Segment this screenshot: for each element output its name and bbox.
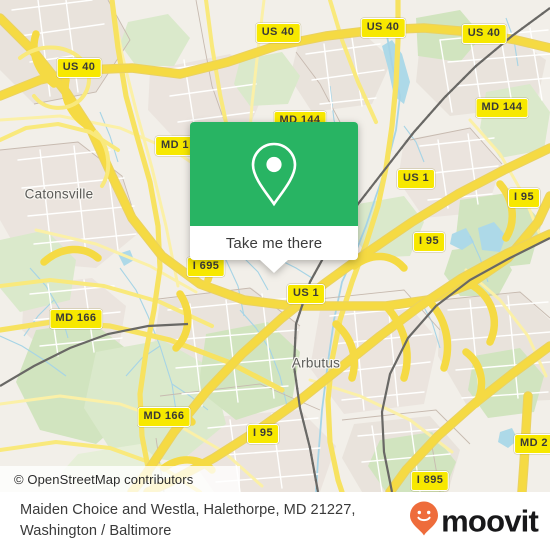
moovit-pin-smiley-icon — [409, 501, 439, 542]
map-attribution: © OpenStreetMap contributors — [0, 466, 240, 492]
moovit-logo[interactable]: moovit — [409, 501, 539, 542]
moovit-map-screenshot: .land { fill:#f2efe9; } .resid { fill:#e… — [0, 0, 550, 550]
attribution-text[interactable]: © OpenStreetMap contributors — [14, 472, 193, 487]
highway-shield-i-95[interactable]: I 95 — [247, 424, 279, 444]
map-canvas[interactable]: .land { fill:#f2efe9; } .resid { fill:#e… — [0, 0, 550, 492]
highway-shield-i-695[interactable]: I 695 — [186, 257, 226, 277]
destination-popup[interactable]: Take me there — [190, 122, 358, 273]
moovit-wordmark: moovit — [441, 503, 539, 539]
location-title-line-2: Washington / Baltimore — [20, 523, 172, 539]
popup-pointer-tail — [260, 260, 288, 273]
location-title: Maiden Choice and Westla, Halethorpe, MD… — [20, 500, 415, 542]
highway-shield-us-40[interactable]: US 40 — [255, 23, 301, 43]
highway-shield-us-1[interactable]: US 1 — [286, 284, 326, 304]
highway-shield-md-166[interactable]: MD 166 — [49, 309, 103, 329]
highway-shield-us-1[interactable]: US 1 — [396, 169, 436, 189]
highway-shield-i-95[interactable]: I 95 — [413, 232, 445, 252]
take-me-there-button[interactable]: Take me there — [190, 226, 358, 260]
highway-shield-md-1[interactable]: MD 1 — [155, 136, 195, 156]
highway-shield-us-40[interactable]: US 40 — [56, 58, 102, 78]
highway-shield-i-95[interactable]: I 95 — [508, 188, 540, 208]
highway-shield-md-166[interactable]: MD 166 — [137, 407, 191, 427]
highway-shield-us-40[interactable]: US 40 — [360, 18, 406, 38]
highway-shield-md-2[interactable]: MD 2 — [514, 434, 550, 454]
popup-image-panel — [190, 122, 358, 226]
map-pin-icon — [248, 141, 300, 207]
footer-bar: Maiden Choice and Westla, Halethorpe, MD… — [0, 492, 550, 550]
highway-shield-i-895[interactable]: I 895 — [410, 471, 450, 491]
location-title-line-1: Maiden Choice and Westla, Halethorpe, MD… — [20, 502, 356, 518]
highway-shield-us-40[interactable]: US 40 — [461, 24, 507, 44]
highway-shield-md-144[interactable]: MD 144 — [475, 98, 529, 118]
